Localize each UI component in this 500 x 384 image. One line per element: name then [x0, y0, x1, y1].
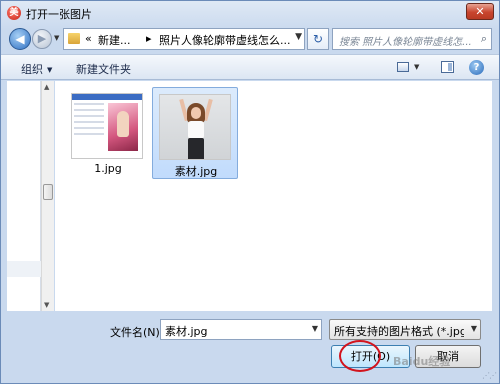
new-folder-button[interactable]: 新建文件夹	[76, 61, 131, 77]
scrollbar-thumb[interactable]	[43, 184, 53, 200]
refresh-icon[interactable]: ↻	[307, 28, 329, 50]
recent-pages-dropdown-icon[interactable]: ▼	[54, 34, 59, 42]
app-icon: 美	[7, 6, 21, 20]
filename-input[interactable]: 素材.jpg ▼	[160, 319, 322, 340]
resize-grip-icon[interactable]: ⋰⋰	[482, 371, 497, 380]
filetype-select[interactable]: 所有支持的图片格式 (*.jpg;*.jp ▼	[329, 319, 481, 340]
search-icon[interactable]: ⌕	[481, 32, 487, 46]
navigation-pane[interactable]	[7, 81, 41, 311]
image-thumbnail	[71, 93, 143, 159]
folder-icon	[68, 33, 80, 44]
chevron-down-icon[interactable]: ▼	[471, 324, 477, 333]
breadcrumb-item[interactable]: 新建...	[98, 32, 131, 48]
filetype-value: 所有支持的图片格式 (*.jpg;*.jp	[334, 325, 464, 338]
address-bar[interactable]: « 新建... ▸ 照片人像轮廓带虚线怎么... ▼	[63, 28, 305, 50]
forward-arrow-icon[interactable]: ▶	[32, 29, 52, 49]
chevron-down-icon[interactable]: ▼	[312, 324, 318, 333]
file-name: 素材.jpg	[174, 165, 218, 178]
image-thumbnail	[159, 94, 231, 160]
red-highlight-circle	[339, 340, 381, 372]
file-item-selected[interactable]: 素材.jpg	[152, 87, 238, 179]
view-options-dropdown-icon[interactable]: ▼	[414, 63, 419, 71]
title-bar[interactable]: 美 打开一张图片 ✕	[1, 1, 499, 25]
scroll-up-icon[interactable]: ▲	[44, 83, 49, 91]
help-icon[interactable]: ?	[469, 60, 484, 75]
search-placeholder: 搜索 照片人像轮廓带虚线怎...	[339, 37, 472, 48]
file-list: 1.jpg 素材.jpg	[55, 81, 492, 311]
open-image-dialog: 美 打开一张图片 ✕ ◀ ▶ ▼ « 新建... ▸ 照片人像轮廓带虚线怎么..…	[0, 0, 500, 384]
breadcrumb-overflow[interactable]: «	[85, 32, 92, 45]
filename-label: 文件名(N):	[110, 326, 164, 339]
file-item[interactable]: 1.jpg	[65, 87, 151, 179]
command-toolbar: 组织 ▼ 新建文件夹 ▼ ?	[1, 54, 499, 80]
change-view-icon[interactable]	[397, 62, 409, 72]
breadcrumb-separator-icon[interactable]: ▸	[146, 32, 152, 45]
breadcrumb-item-current[interactable]: 照片人像轮廓带虚线怎么...	[159, 32, 291, 48]
chevron-down-icon[interactable]: ▼	[295, 32, 302, 42]
search-input[interactable]: 搜索 照片人像轮廓带虚线怎... ⌕	[332, 28, 492, 50]
watermark: Baidu经验	[393, 355, 451, 368]
filename-value: 素材.jpg	[165, 325, 208, 338]
navigation-scrollbar[interactable]: ▲ ▼	[41, 81, 54, 311]
preview-pane-icon[interactable]	[441, 61, 454, 73]
navigation-pane-selected-item[interactable]	[7, 261, 41, 277]
close-button[interactable]: ✕	[466, 3, 494, 20]
organize-menu[interactable]: 组织 ▼	[21, 61, 52, 77]
back-arrow-icon[interactable]: ◀	[9, 28, 31, 50]
file-name: 1.jpg	[94, 162, 122, 175]
window-title: 打开一张图片	[26, 8, 92, 21]
scroll-down-icon[interactable]: ▼	[44, 301, 49, 309]
chevron-down-icon: ▼	[47, 66, 53, 74]
